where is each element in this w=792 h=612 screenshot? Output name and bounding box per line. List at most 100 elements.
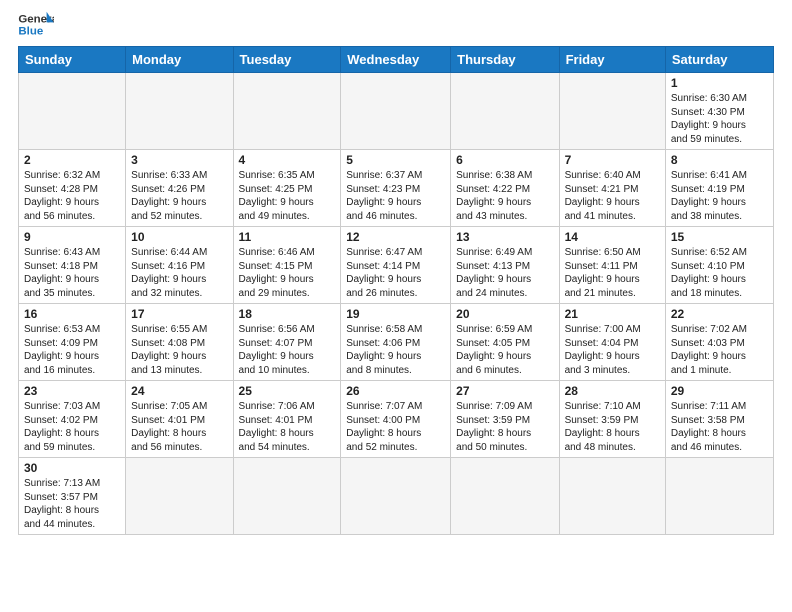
day-info: Sunrise: 6:37 AM Sunset: 4:23 PM Dayligh… [346,169,445,223]
week-row-2: 2Sunrise: 6:32 AM Sunset: 4:28 PM Daylig… [19,150,774,227]
day-info: Sunrise: 7:07 AM Sunset: 4:00 PM Dayligh… [346,400,445,454]
day-info: Sunrise: 7:10 AM Sunset: 3:59 PM Dayligh… [565,400,660,454]
day-info: Sunrise: 7:03 AM Sunset: 4:02 PM Dayligh… [24,400,120,454]
svg-text:Blue: Blue [18,26,43,38]
week-row-1: 1Sunrise: 6:30 AM Sunset: 4:30 PM Daylig… [19,73,774,150]
calendar-cell: 22 Sunrise: 7:02 AM Sunset: 4:03 PM Dayli… [665,304,773,381]
day-number: 12 [346,230,445,244]
calendar-cell [559,458,665,535]
day-info: Sunrise: 6:38 AM Sunset: 4:22 PM Dayligh… [456,169,553,223]
week-row-3: 9Sunrise: 6:43 AM Sunset: 4:18 PM Daylig… [19,227,774,304]
day-info: Sunrise: 6:55 AM Sunset: 4:08 PM Dayligh… [131,323,227,377]
day-number: 6 [456,153,553,167]
calendar-cell: 12 Sunrise: 6:47 AM Sunset: 4:14 PM Dayli… [341,227,451,304]
calendar-cell: 3 Sunrise: 6:33 AM Sunset: 4:26 PM Daylig… [126,150,233,227]
calendar-cell [126,458,233,535]
calendar-cell [19,73,126,150]
day-info: Sunrise: 7:11 AM Sunset: 3:58 PM Dayligh… [671,400,768,454]
day-number: 16 [24,307,120,321]
day-info: Sunrise: 6:59 AM Sunset: 4:05 PM Dayligh… [456,323,553,377]
calendar-cell: 24Sunrise: 7:05 AM Sunset: 4:01 PM Dayli… [126,381,233,458]
calendar-cell: 2Sunrise: 6:32 AM Sunset: 4:28 PM Daylig… [19,150,126,227]
calendar-cell: 29 Sunrise: 7:11 AM Sunset: 3:58 PM Dayli… [665,381,773,458]
calendar-cell: 11Sunrise: 6:46 AM Sunset: 4:15 PM Dayli… [233,227,341,304]
calendar-cell [451,458,559,535]
day-info: Sunrise: 6:47 AM Sunset: 4:14 PM Dayligh… [346,246,445,300]
day-number: 27 [456,384,553,398]
day-info: Sunrise: 6:58 AM Sunset: 4:06 PM Dayligh… [346,323,445,377]
weekday-header-tuesday: Tuesday [233,47,341,73]
day-info: Sunrise: 7:13 AM Sunset: 3:57 PM Dayligh… [24,477,120,531]
day-info: Sunrise: 6:50 AM Sunset: 4:11 PM Dayligh… [565,246,660,300]
calendar-cell: 18Sunrise: 6:56 AM Sunset: 4:07 PM Dayli… [233,304,341,381]
day-info: Sunrise: 6:33 AM Sunset: 4:26 PM Dayligh… [131,169,227,223]
calendar-cell: 23 Sunrise: 7:03 AM Sunset: 4:02 PM Dayli… [19,381,126,458]
calendar-cell: 20 Sunrise: 6:59 AM Sunset: 4:05 PM Dayli… [451,304,559,381]
day-number: 7 [565,153,660,167]
weekday-header-friday: Friday [559,47,665,73]
calendar-cell: 27 Sunrise: 7:09 AM Sunset: 3:59 PM Dayli… [451,381,559,458]
calendar-cell: 5 Sunrise: 6:37 AM Sunset: 4:23 PM Daylig… [341,150,451,227]
calendar-cell [341,73,451,150]
calendar-cell: 19 Sunrise: 6:58 AM Sunset: 4:06 PM Dayli… [341,304,451,381]
calendar-cell: 15Sunrise: 6:52 AM Sunset: 4:10 PM Dayli… [665,227,773,304]
day-number: 26 [346,384,445,398]
calendar-table: SundayMondayTuesdayWednesdayThursdayFrid… [18,46,774,535]
calendar-cell: 30 Sunrise: 7:13 AM Sunset: 3:57 PM Dayli… [19,458,126,535]
weekday-header-wednesday: Wednesday [341,47,451,73]
day-info: Sunrise: 6:52 AM Sunset: 4:10 PM Dayligh… [671,246,768,300]
day-info: Sunrise: 6:30 AM Sunset: 4:30 PM Dayligh… [671,92,768,146]
calendar-cell: 4Sunrise: 6:35 AM Sunset: 4:25 PM Daylig… [233,150,341,227]
logo: General Blue [18,10,56,40]
calendar-cell: 6 Sunrise: 6:38 AM Sunset: 4:22 PM Daylig… [451,150,559,227]
calendar-cell: 8Sunrise: 6:41 AM Sunset: 4:19 PM Daylig… [665,150,773,227]
calendar-cell: 26 Sunrise: 7:07 AM Sunset: 4:00 PM Dayli… [341,381,451,458]
day-number: 28 [565,384,660,398]
calendar-cell: 7 Sunrise: 6:40 AM Sunset: 4:21 PM Daylig… [559,150,665,227]
calendar-cell: 21 Sunrise: 7:00 AM Sunset: 4:04 PM Dayli… [559,304,665,381]
calendar-cell: 17 Sunrise: 6:55 AM Sunset: 4:08 PM Dayli… [126,304,233,381]
calendar-cell [451,73,559,150]
header: General Blue [18,10,774,40]
weekday-header-row: SundayMondayTuesdayWednesdayThursdayFrid… [19,47,774,73]
calendar-cell: 10Sunrise: 6:44 AM Sunset: 4:16 PM Dayli… [126,227,233,304]
day-number: 19 [346,307,445,321]
day-number: 23 [24,384,120,398]
weekday-header-thursday: Thursday [451,47,559,73]
day-info: Sunrise: 7:02 AM Sunset: 4:03 PM Dayligh… [671,323,768,377]
day-number: 22 [671,307,768,321]
day-number: 17 [131,307,227,321]
calendar-cell [126,73,233,150]
day-number: 3 [131,153,227,167]
day-info: Sunrise: 6:44 AM Sunset: 4:16 PM Dayligh… [131,246,227,300]
day-info: Sunrise: 6:56 AM Sunset: 4:07 PM Dayligh… [239,323,336,377]
calendar-cell: 1Sunrise: 6:30 AM Sunset: 4:30 PM Daylig… [665,73,773,150]
calendar-cell: 14 Sunrise: 6:50 AM Sunset: 4:11 PM Dayli… [559,227,665,304]
day-number: 21 [565,307,660,321]
day-number: 13 [456,230,553,244]
day-number: 5 [346,153,445,167]
day-number: 25 [239,384,336,398]
week-row-5: 23 Sunrise: 7:03 AM Sunset: 4:02 PM Dayli… [19,381,774,458]
calendar-cell [233,73,341,150]
day-info: Sunrise: 6:53 AM Sunset: 4:09 PM Dayligh… [24,323,120,377]
calendar-cell [665,458,773,535]
day-number: 29 [671,384,768,398]
day-number: 2 [24,153,120,167]
day-info: Sunrise: 6:40 AM Sunset: 4:21 PM Dayligh… [565,169,660,223]
day-info: Sunrise: 6:46 AM Sunset: 4:15 PM Dayligh… [239,246,336,300]
day-number: 4 [239,153,336,167]
day-number: 8 [671,153,768,167]
day-info: Sunrise: 7:09 AM Sunset: 3:59 PM Dayligh… [456,400,553,454]
day-info: Sunrise: 6:43 AM Sunset: 4:18 PM Dayligh… [24,246,120,300]
week-row-4: 16 Sunrise: 6:53 AM Sunset: 4:09 PM Dayli… [19,304,774,381]
day-number: 14 [565,230,660,244]
day-info: Sunrise: 7:00 AM Sunset: 4:04 PM Dayligh… [565,323,660,377]
week-row-6: 30 Sunrise: 7:13 AM Sunset: 3:57 PM Dayli… [19,458,774,535]
day-info: Sunrise: 7:05 AM Sunset: 4:01 PM Dayligh… [131,400,227,454]
day-info: Sunrise: 7:06 AM Sunset: 4:01 PM Dayligh… [239,400,336,454]
day-number: 20 [456,307,553,321]
calendar-cell [233,458,341,535]
day-number: 30 [24,461,120,475]
calendar-cell: 28 Sunrise: 7:10 AM Sunset: 3:59 PM Dayli… [559,381,665,458]
